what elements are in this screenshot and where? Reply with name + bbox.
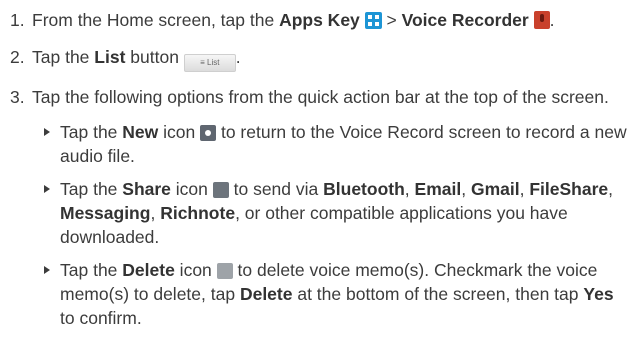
text: >: [381, 10, 402, 30]
share-icon: [212, 182, 229, 198]
text: ,: [461, 179, 471, 199]
list-item-new: Tap the New icon to return to the Voice …: [32, 120, 630, 168]
step-text: From the Home screen, tap the Apps Key >…: [32, 8, 630, 32]
delete-label: Delete: [239, 284, 293, 304]
step-1: 1. From the Home screen, tap the Apps Ke…: [10, 8, 630, 32]
fileshare-label: FileShare: [529, 179, 609, 199]
messaging-label: Messaging: [60, 203, 151, 223]
bluetooth-label: Bluetooth: [323, 179, 405, 199]
delete-icon: [216, 263, 233, 279]
text: icon: [158, 122, 201, 142]
list-label: List: [94, 47, 126, 67]
text: Tap the: [60, 260, 123, 280]
email-label: Email: [414, 179, 462, 199]
list-item-delete: Tap the Delete icon to delete voice memo…: [32, 258, 630, 330]
option-list: Tap the New icon to return to the Voice …: [32, 120, 630, 330]
step-text: Tap the List button ≡ List.: [32, 45, 630, 72]
step-2: 2. Tap the List button ≡ List.: [10, 45, 630, 72]
step-3: 3. Tap the following options from the qu…: [10, 85, 630, 330]
text: .: [235, 47, 241, 67]
voice-recorder-icon: [533, 11, 550, 29]
apps-key-label: Apps Key: [279, 10, 360, 30]
yes-label: Yes: [583, 284, 614, 304]
text: Tap the: [32, 47, 95, 67]
instructions: 1. From the Home screen, tap the Apps Ke…: [10, 8, 630, 343]
text: icon: [174, 260, 217, 280]
text: ,: [519, 179, 530, 199]
text: ,: [150, 203, 161, 223]
text: From the Home screen, tap the: [32, 10, 280, 30]
gmail-label: Gmail: [470, 179, 520, 199]
share-label: Share: [122, 179, 171, 199]
text: Tap the: [60, 179, 123, 199]
apps-key-icon: [364, 12, 382, 29]
step-text: Tap the following options from the quick…: [32, 87, 609, 107]
bullet-triangle-icon: [44, 185, 50, 193]
new-icon: [200, 125, 217, 141]
text: icon: [170, 179, 213, 199]
text: button: [125, 47, 184, 67]
text: .: [549, 10, 555, 30]
bullet-triangle-icon: [44, 266, 50, 274]
text: Tap the: [60, 122, 123, 142]
text: at the bottom of the screen, then tap: [292, 284, 584, 304]
text: ,: [404, 179, 415, 199]
delete-label: Delete: [122, 260, 175, 280]
step-number: 2.: [10, 47, 25, 67]
text: ,: [608, 179, 613, 199]
step-number: 3.: [10, 87, 25, 107]
step-number: 1.: [10, 10, 25, 30]
new-label: New: [122, 122, 159, 142]
text: to send via: [228, 179, 324, 199]
list-button-icon: ≡ List: [183, 54, 236, 72]
voice-recorder-label: Voice Recorder: [401, 10, 529, 30]
text: to confirm.: [60, 308, 142, 328]
richnote-label: Richnote: [160, 203, 236, 223]
list-item-share: Tap the Share icon to send via Bluetooth…: [32, 177, 630, 249]
bullet-triangle-icon: [44, 128, 50, 136]
